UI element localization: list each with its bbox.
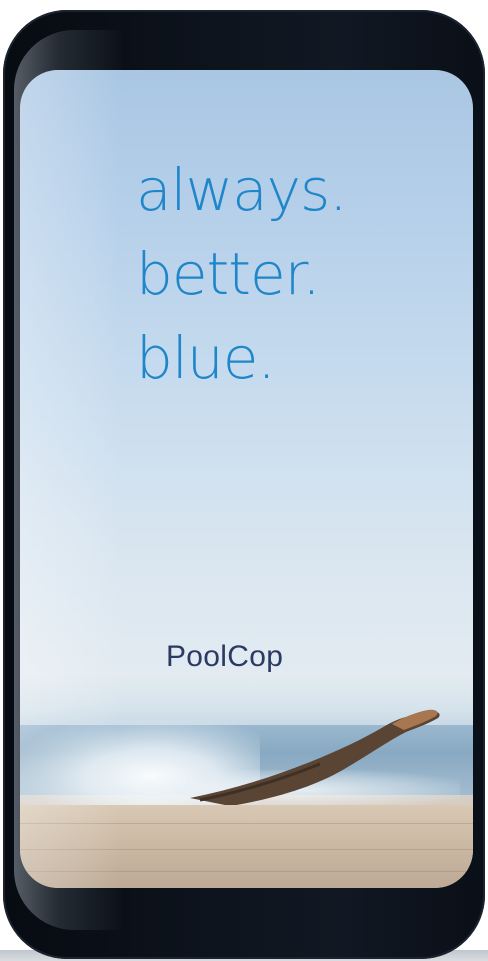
tagline-line-3: blue. xyxy=(136,324,276,392)
diver-photo xyxy=(190,709,440,806)
pool-deck xyxy=(20,805,473,888)
tagline-line-1: always. xyxy=(136,156,348,224)
phone-mockup: always. better. blue. PoolCop xyxy=(0,0,488,961)
tagline-line-2: better. xyxy=(136,240,321,308)
tagline: always. better. blue. xyxy=(136,148,348,400)
brand-name: PoolCop xyxy=(166,640,284,673)
